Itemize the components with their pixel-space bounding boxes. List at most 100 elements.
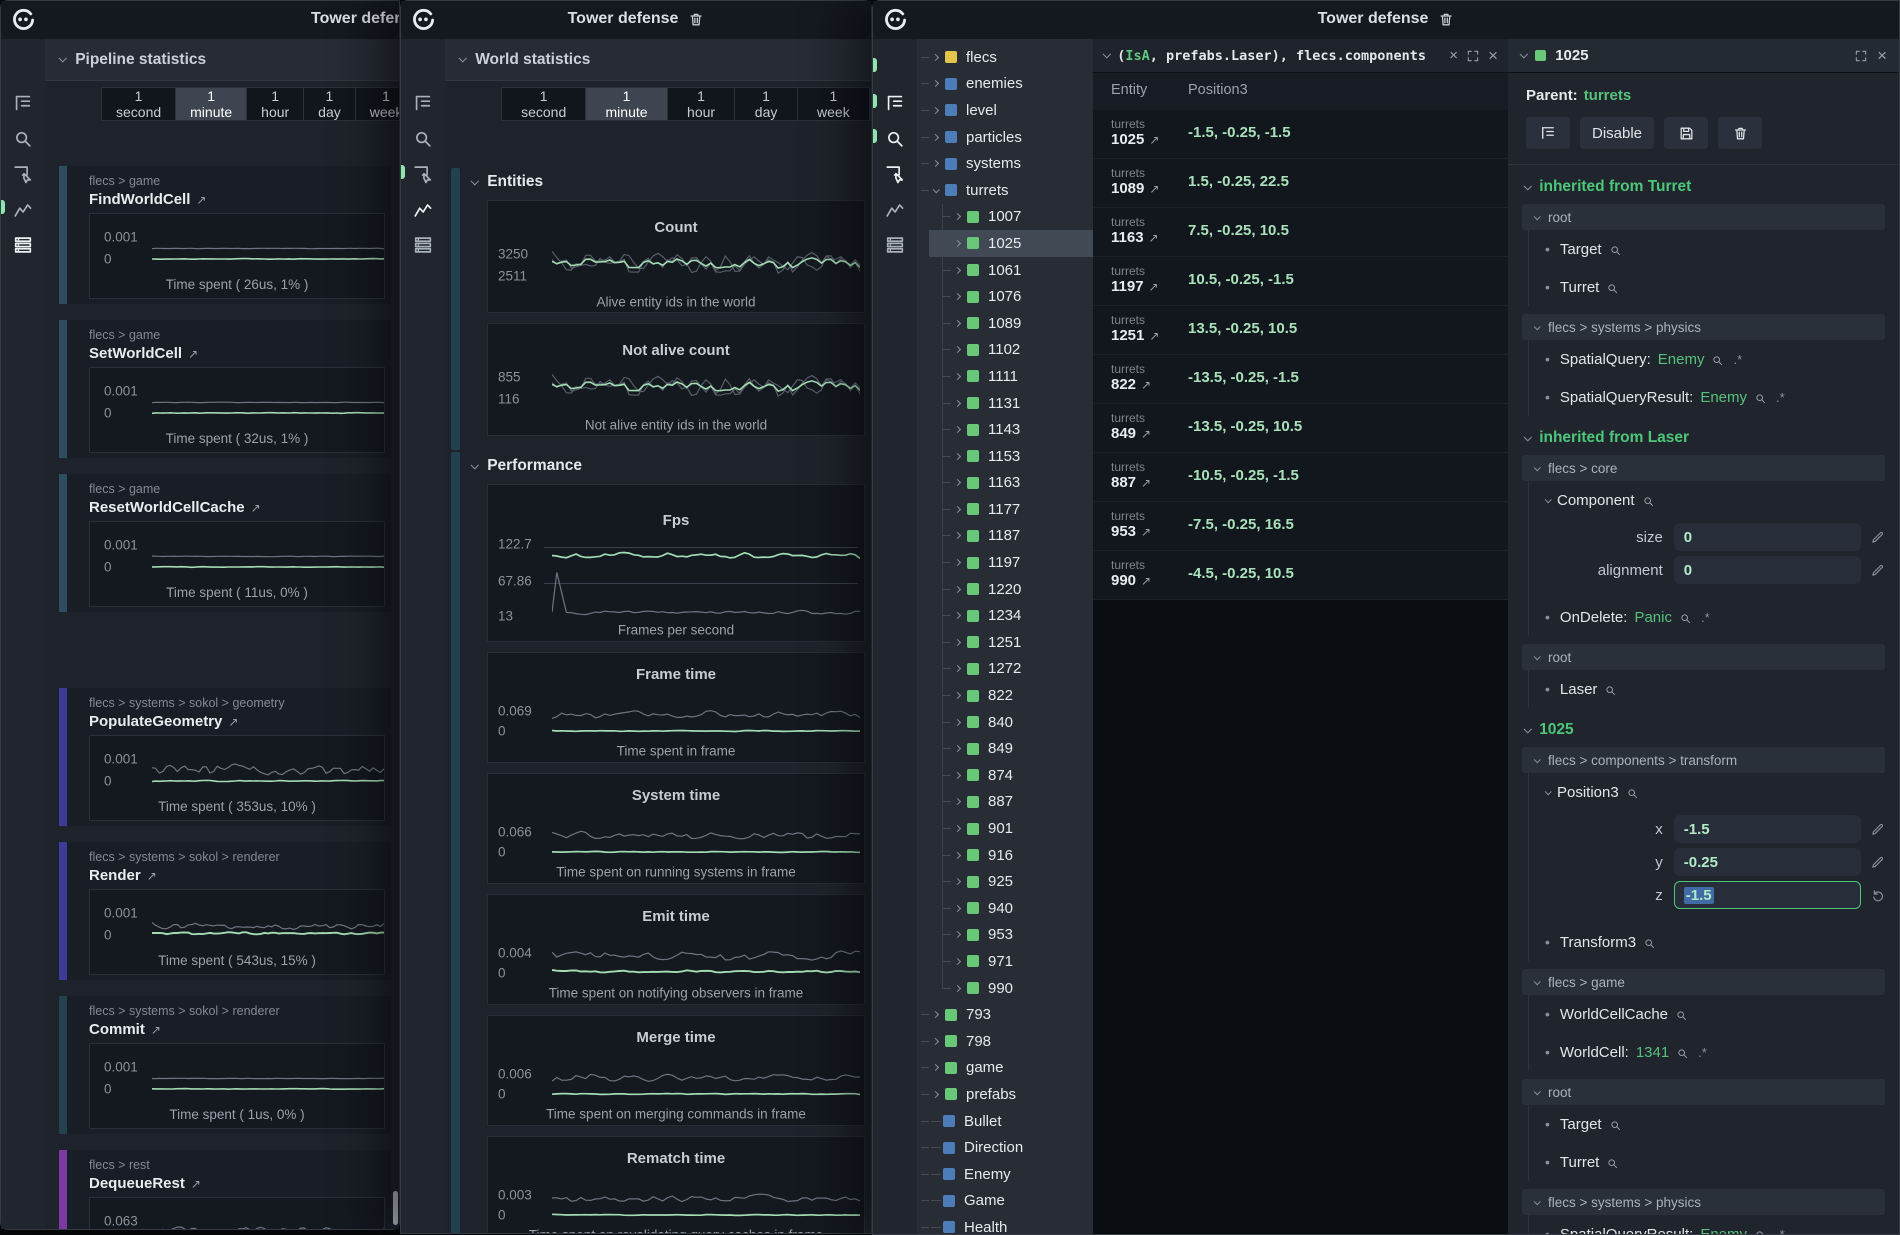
undo-icon[interactable]	[1870, 888, 1885, 903]
tree-item-874[interactable]: 874	[917, 762, 1093, 789]
open-entity-arrow-icon[interactable]: ↗	[1141, 427, 1151, 441]
field-input-alignment[interactable]: 0	[1674, 556, 1861, 584]
expand-chevron-icon[interactable]	[954, 639, 961, 646]
tree-item-particles[interactable]: particles	[917, 124, 1093, 151]
expand-chevron-icon[interactable]	[954, 532, 961, 539]
expand-chevron-icon[interactable]	[932, 1038, 939, 1045]
collapse-chevron-icon[interactable]	[58, 54, 67, 63]
open-entity-arrow-icon[interactable]: ↗	[1149, 329, 1159, 343]
entity-id[interactable]: 1089	[1111, 180, 1144, 197]
collapse-chevron-icon[interactable]	[470, 177, 479, 186]
expand-chevron-icon[interactable]	[954, 293, 961, 300]
query-result-row[interactable]: turrets887↗-10.5, -0.25, -1.5	[1093, 453, 1508, 502]
tree-item-1220[interactable]: 1220	[917, 576, 1093, 603]
open-entity-arrow-icon[interactable]: ↗	[1149, 280, 1159, 294]
search-icon[interactable]	[412, 128, 434, 150]
search-icon[interactable]	[1604, 684, 1617, 697]
search-icon[interactable]	[1754, 392, 1767, 405]
tree-icon[interactable]	[12, 92, 34, 114]
tree-item-Bullet[interactable]: Bullet	[917, 1108, 1093, 1135]
window-titlebar[interactable]: Tower defense	[401, 1, 871, 40]
tree-item-793[interactable]: 793	[917, 1001, 1093, 1028]
query-result-row[interactable]: turrets1251↗13.5, -0.25, 10.5	[1093, 306, 1508, 355]
collapse-chevron-icon[interactable]	[458, 54, 467, 63]
open-entity-arrow-icon[interactable]: ↗	[191, 1177, 201, 1191]
clear-query-icon[interactable]: ×	[1449, 47, 1458, 64]
query-result-row[interactable]: turrets1089↗1.5, -0.25, 22.5	[1093, 159, 1508, 208]
entity-id[interactable]: 1025	[1111, 131, 1144, 148]
expand-chevron-icon[interactable]	[954, 772, 961, 779]
open-entity-arrow-icon[interactable]: ↗	[196, 193, 206, 207]
entity-id[interactable]: 953	[1111, 523, 1136, 540]
expand-chevron-icon[interactable]	[954, 665, 961, 672]
tree-item-Direction[interactable]: Direction	[917, 1134, 1093, 1161]
tab-1-hour[interactable]: 1 hour	[247, 88, 304, 120]
search-icon[interactable]	[1754, 1229, 1767, 1235]
collapse-chevron-icon[interactable]	[1545, 496, 1552, 503]
entity-id[interactable]: 1251	[1111, 327, 1144, 344]
tree-item-971[interactable]: 971	[917, 948, 1093, 975]
component-group-bar[interactable]: flecs > components > transform	[1522, 747, 1885, 773]
edit-pencil-icon[interactable]	[1870, 563, 1885, 578]
panel-title-row[interactable]: Pipeline statistics	[45, 39, 399, 81]
expand-chevron-icon[interactable]	[954, 240, 961, 247]
tree-item-enemies[interactable]: enemies	[917, 71, 1093, 98]
expand-chevron-icon[interactable]	[932, 1064, 939, 1071]
tree-item-887[interactable]: 887	[917, 789, 1093, 816]
tree-item-953[interactable]: 953	[917, 922, 1093, 949]
expand-chevron-icon[interactable]	[954, 905, 961, 912]
expand-chevron-icon[interactable]	[933, 186, 940, 193]
tab-1-minute[interactable]: 1 minute	[176, 88, 247, 120]
collapse-chevron-icon[interactable]	[1523, 433, 1532, 442]
card-title[interactable]: DequeueRest	[89, 1175, 185, 1192]
collapse-chevron-icon[interactable]	[1523, 182, 1532, 191]
tree-item-1187[interactable]: 1187	[917, 523, 1093, 550]
search-icon[interactable]	[1609, 1119, 1622, 1132]
tree-item-level[interactable]: level	[917, 97, 1093, 124]
tree-item-1234[interactable]: 1234	[917, 602, 1093, 629]
field-value[interactable]: -1.5	[1684, 821, 1710, 838]
open-entity-arrow-icon[interactable]: ↗	[1149, 231, 1159, 245]
field-input-x[interactable]: -1.5	[1674, 815, 1861, 843]
inspect-icon[interactable]	[412, 163, 434, 185]
field-value[interactable]: -1.5	[1684, 887, 1714, 904]
expand-chevron-icon[interactable]	[954, 426, 961, 433]
tab-1-day[interactable]: 1 day	[304, 88, 356, 120]
collapse-chevron-icon[interactable]	[470, 461, 479, 470]
expand-chevron-icon[interactable]	[954, 320, 961, 327]
expand-chevron-icon[interactable]	[954, 399, 961, 406]
entity-link[interactable]: 1163↗	[1111, 229, 1159, 246]
pair-target-link[interactable]: Enemy	[1700, 1226, 1747, 1235]
entity-link[interactable]: 849↗	[1111, 425, 1151, 442]
tree-item-798[interactable]: 798	[917, 1028, 1093, 1055]
tree-item-1177[interactable]: 1177	[917, 496, 1093, 523]
field-input-y[interactable]: -0.25	[1674, 848, 1861, 876]
fullscreen-icon[interactable]	[1854, 49, 1868, 63]
component-group-bar[interactable]: root	[1522, 644, 1885, 670]
expand-chevron-icon[interactable]	[954, 958, 961, 965]
query-result-row[interactable]: turrets849↗-13.5, -0.25, 10.5	[1093, 404, 1508, 453]
tree-item-turrets[interactable]: turrets	[917, 177, 1093, 204]
expand-chevron-icon[interactable]	[954, 453, 961, 460]
fullscreen-icon[interactable]	[1466, 49, 1480, 63]
component-group-bar[interactable]: root	[1522, 204, 1885, 230]
expand-chevron-icon[interactable]	[932, 54, 939, 61]
query-result-row[interactable]: turrets953↗-7.5, -0.25, 16.5	[1093, 502, 1508, 551]
close-icon[interactable]: ×	[1488, 46, 1498, 66]
search-icon[interactable]	[1609, 244, 1622, 257]
tree-item-1061[interactable]: 1061	[917, 257, 1093, 284]
card-title[interactable]: SetWorldCell	[89, 345, 182, 362]
search-icon[interactable]	[1642, 495, 1655, 508]
expand-chevron-icon[interactable]	[954, 267, 961, 274]
tab-1-hour[interactable]: 1 hour	[668, 88, 736, 120]
tree-item-940[interactable]: 940	[917, 895, 1093, 922]
card-title[interactable]: Commit	[89, 1021, 145, 1038]
entity-id[interactable]: 822	[1111, 376, 1136, 393]
tree-item-1163[interactable]: 1163	[917, 470, 1093, 497]
tree-item-849[interactable]: 849	[917, 735, 1093, 762]
tree-item-1025[interactable]: 1025	[929, 230, 1093, 257]
collapse-chevron-icon[interactable]	[1534, 1198, 1541, 1205]
tree-icon[interactable]	[412, 92, 434, 114]
entity-id[interactable]: 1197	[1111, 278, 1144, 295]
search-icon[interactable]	[1606, 282, 1619, 295]
